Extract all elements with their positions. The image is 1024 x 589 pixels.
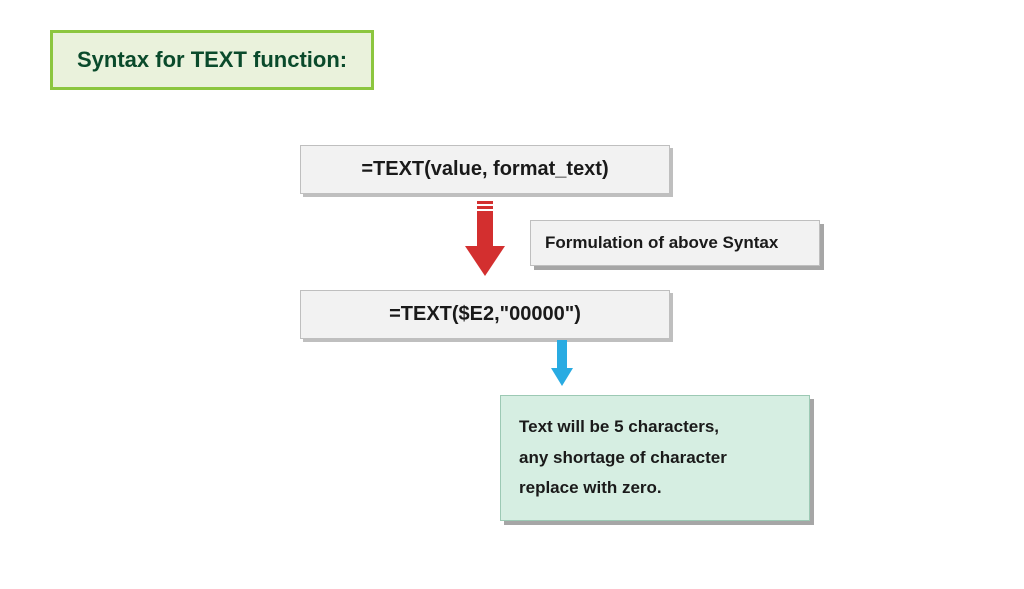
example-formula-text: =TEXT($E2,"00000") — [389, 303, 581, 325]
result-line-1: Text will be 5 characters, — [519, 412, 791, 443]
down-arrow-blue-icon — [551, 340, 573, 388]
formulation-callout: Formulation of above Syntax — [530, 220, 820, 266]
example-formula-box: =TEXT($E2,"00000") — [300, 290, 670, 339]
down-arrow-red-icon — [460, 198, 510, 278]
title-box: Syntax for TEXT function: — [50, 30, 374, 90]
result-line-3: replace with zero. — [519, 473, 791, 504]
syntax-formula-box: =TEXT(value, format_text) — [300, 145, 670, 194]
syntax-formula-text: =TEXT(value, format_text) — [361, 158, 608, 180]
title-text: Syntax for TEXT function: — [77, 47, 347, 72]
formulation-text: Formulation of above Syntax — [545, 233, 778, 252]
result-explanation-box: Text will be 5 characters, any shortage … — [500, 395, 810, 521]
result-line-2: any shortage of character — [519, 443, 791, 474]
